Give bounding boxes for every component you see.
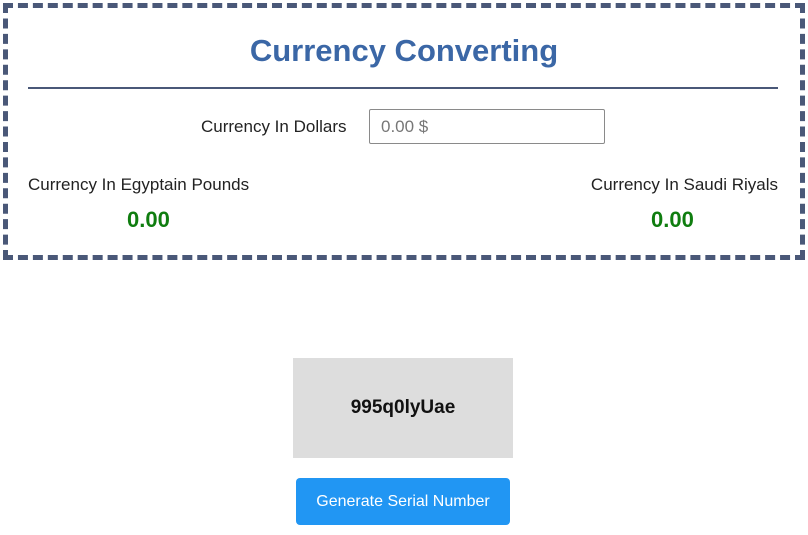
serial-number-display: 995q0lyUae [293,358,513,458]
title-divider [28,87,778,89]
generate-serial-button[interactable]: Generate Serial Number [296,478,510,525]
sar-value: 0.00 [651,207,694,232]
sar-label: Currency In Saudi Riyals [590,175,778,194]
dollar-input-label: Currency In Dollars [201,117,347,136]
currency-converter-panel: Currency Converting Currency In Dollars … [3,3,805,260]
page-title: Currency Converting [249,33,559,68]
egp-label: Currency In Egyptain Pounds [28,175,250,194]
egp-value: 0.00 [127,207,170,232]
dollar-amount-input[interactable] [369,109,605,144]
